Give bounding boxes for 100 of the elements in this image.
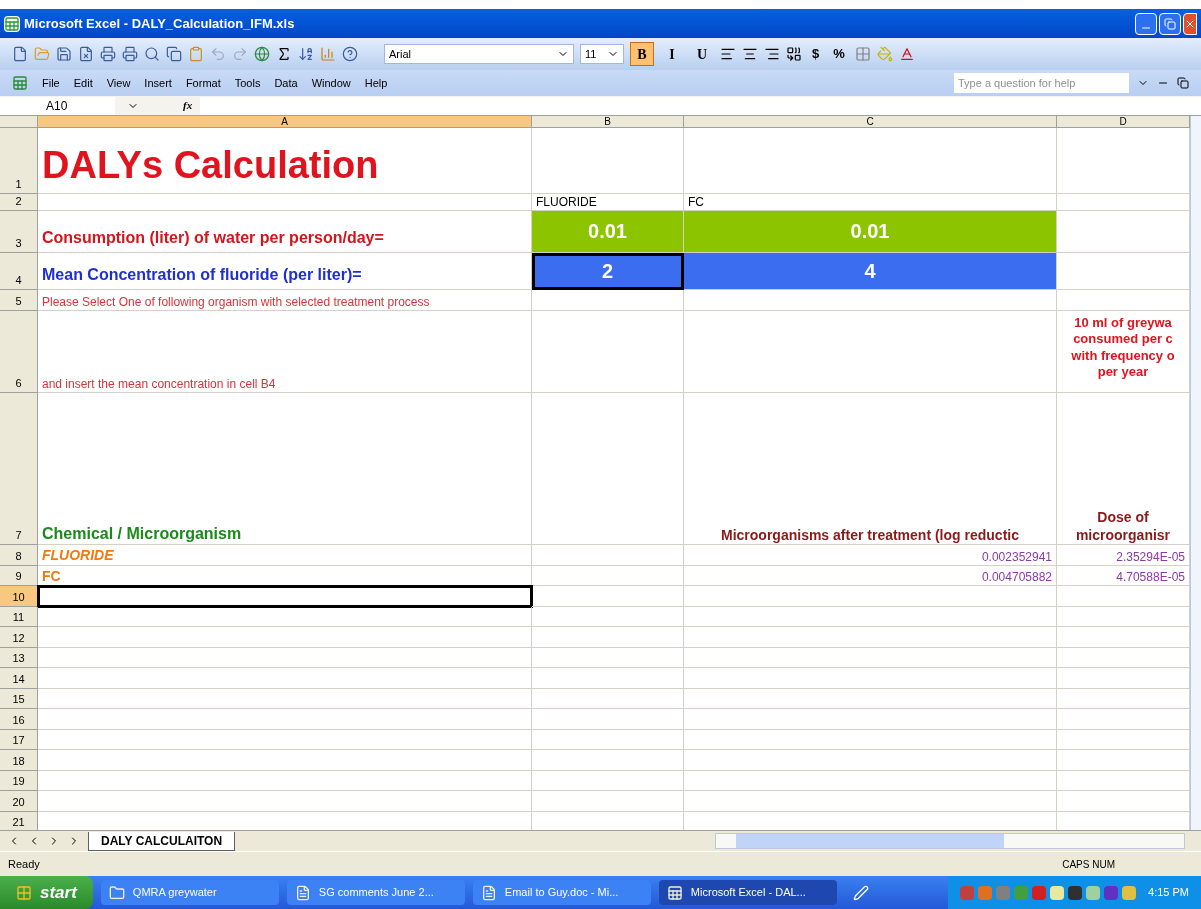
empty-cell[interactable] [532,565,684,586]
row-header[interactable]: 5 [0,290,38,311]
empty-cell[interactable] [532,668,684,689]
row-header[interactable]: 8 [0,545,38,566]
menu-item[interactable]: File [42,74,60,92]
percent-button[interactable]: % [829,44,849,64]
menu-item[interactable]: View [106,74,131,92]
horizontal-scrollbar[interactable] [715,833,1186,849]
formula-field[interactable] [200,96,1201,115]
row-header[interactable]: 3 [0,211,38,253]
format-button[interactable]: I [660,42,684,66]
row-header[interactable]: 16 [0,709,38,730]
taskbar-button[interactable]: SG comments June 2... [286,880,465,905]
restore-button[interactable] [1159,12,1181,35]
sum-icon[interactable] [276,46,292,62]
undo-icon[interactable] [210,46,226,62]
row-header[interactable]: 11 [0,606,38,627]
row-header[interactable]: 12 [0,627,38,648]
start-button[interactable]: start [0,876,93,909]
empty-cell[interactable] [532,393,684,545]
align-right-icon[interactable] [764,46,780,62]
font-size-select[interactable]: 11 [580,44,624,64]
column-header[interactable]: A [38,116,532,128]
vertical-scrollbar[interactable] [1190,116,1201,830]
document-icon[interactable] [78,46,94,62]
row-header[interactable]: 9 [0,565,38,586]
row-header[interactable]: 2 [0,194,38,211]
row-header[interactable]: 17 [0,729,38,750]
column-header[interactable]: D [1057,116,1190,128]
empty-cell[interactable] [532,688,684,709]
row-header[interactable]: 4 [0,253,38,290]
menu-item[interactable]: Insert [144,74,172,92]
format-button[interactable]: B [630,42,654,66]
workbook-icon[interactable] [12,75,28,91]
empty-cell[interactable] [684,290,1057,311]
printer-icon[interactable] [122,46,138,62]
empty-cell[interactable] [532,606,684,627]
help-icon[interactable] [342,46,358,62]
format-button[interactable]: U [690,42,714,66]
name-box[interactable]: A10 [0,96,115,115]
empty-cell[interactable] [684,688,1057,709]
empty-cell[interactable] [532,770,684,791]
empty-cell[interactable] [684,729,1057,750]
menu-item[interactable]: Format [185,74,221,92]
empty-cell[interactable] [532,290,684,311]
help-search-field[interactable]: Type a question for help [954,73,1129,93]
minimize-button[interactable] [1135,12,1157,35]
empty-cell[interactable] [684,128,1057,194]
row-header[interactable]: 10 [0,586,38,607]
search-icon[interactable] [144,46,160,62]
taskbar-button[interactable]: Email to Guy.doc - Mi... [472,880,651,905]
font-select[interactable]: Arial [384,44,574,64]
tray-icon[interactable] [1086,885,1101,900]
row-header[interactable]: 13 [0,647,38,668]
sheet-tab[interactable]: DALY CALCULAITON [88,831,236,851]
sort-icon[interactable] [298,46,314,62]
row-header[interactable]: 1 [0,128,38,194]
pen-icon[interactable] [852,884,869,901]
empty-cell[interactable] [684,791,1057,812]
menu-item[interactable]: Window [311,74,351,92]
row-header[interactable]: 19 [0,770,38,791]
tray-icon[interactable] [1068,885,1083,900]
column-header[interactable]: B [532,116,684,128]
folder-icon[interactable] [34,46,50,62]
restore-icon[interactable] [1177,77,1189,89]
empty-cell[interactable] [684,668,1057,689]
empty-cell[interactable] [684,311,1057,393]
globe-icon[interactable] [254,46,270,62]
new-icon[interactable] [12,46,28,62]
currency-button[interactable]: $ [808,44,824,64]
printer-icon[interactable] [100,46,116,62]
column-header[interactable]: C [684,116,1057,128]
empty-cell[interactable] [532,311,684,393]
empty-cell[interactable] [532,545,684,566]
menu-item[interactable]: Help [364,74,388,92]
empty-cell[interactable] [684,627,1057,648]
row-header[interactable]: 15 [0,688,38,709]
empty-cell[interactable] [532,647,684,668]
row-header[interactable]: 20 [0,791,38,812]
font-color-icon[interactable] [898,46,915,62]
row-header[interactable]: 6 [0,311,38,393]
chart-icon[interactable] [320,46,336,62]
empty-cell[interactable] [684,750,1057,771]
borders-icon[interactable] [854,46,871,62]
copy-icon[interactable] [166,46,182,62]
empty-cell[interactable] [532,128,684,194]
align-center-icon[interactable] [742,46,758,62]
empty-cell[interactable] [684,709,1057,730]
menu-item[interactable]: Data [274,74,298,92]
corner-cell[interactable] [0,116,38,128]
row-header[interactable]: 18 [0,750,38,771]
menu-item[interactable]: Edit [73,74,93,92]
empty-cell[interactable] [684,770,1057,791]
empty-cell[interactable] [684,606,1057,627]
empty-cell[interactable] [532,709,684,730]
active-cell[interactable] [38,586,532,607]
close-button[interactable] [1183,12,1197,35]
fill-color-icon[interactable] [876,46,893,62]
tray-icon[interactable] [1032,885,1047,900]
empty-cell[interactable] [532,729,684,750]
